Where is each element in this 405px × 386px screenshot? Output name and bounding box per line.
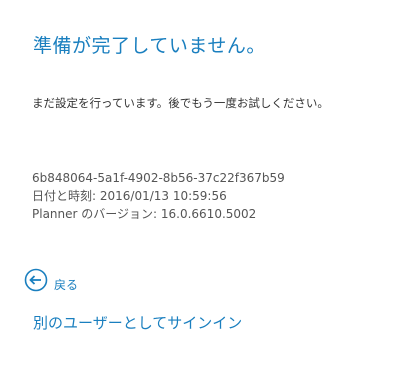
page-title: 準備が完了していません。 [33,35,266,57]
diagnostic-info: 6b848064-5a1f-4902-8b56-37c22f367b59 日付と… [32,169,285,223]
status-message: まだ設定を行っています。後でもう一度お試しください。 [32,96,329,110]
back-arrow-icon[interactable] [24,268,48,292]
correlation-id: 6b848064-5a1f-4902-8b56-37c22f367b59 [32,171,285,185]
sign-in-as-different-user-link[interactable]: 別のユーザーとしてサインイン [33,312,242,333]
back-label[interactable]: 戻る [54,276,78,293]
back-button[interactable]: 戻る [24,268,78,292]
planner-version: Planner のバージョン: 16.0.6610.5002 [32,207,257,221]
date-time: 日付と時刻: 2016/01/13 10:59:56 [32,189,227,203]
